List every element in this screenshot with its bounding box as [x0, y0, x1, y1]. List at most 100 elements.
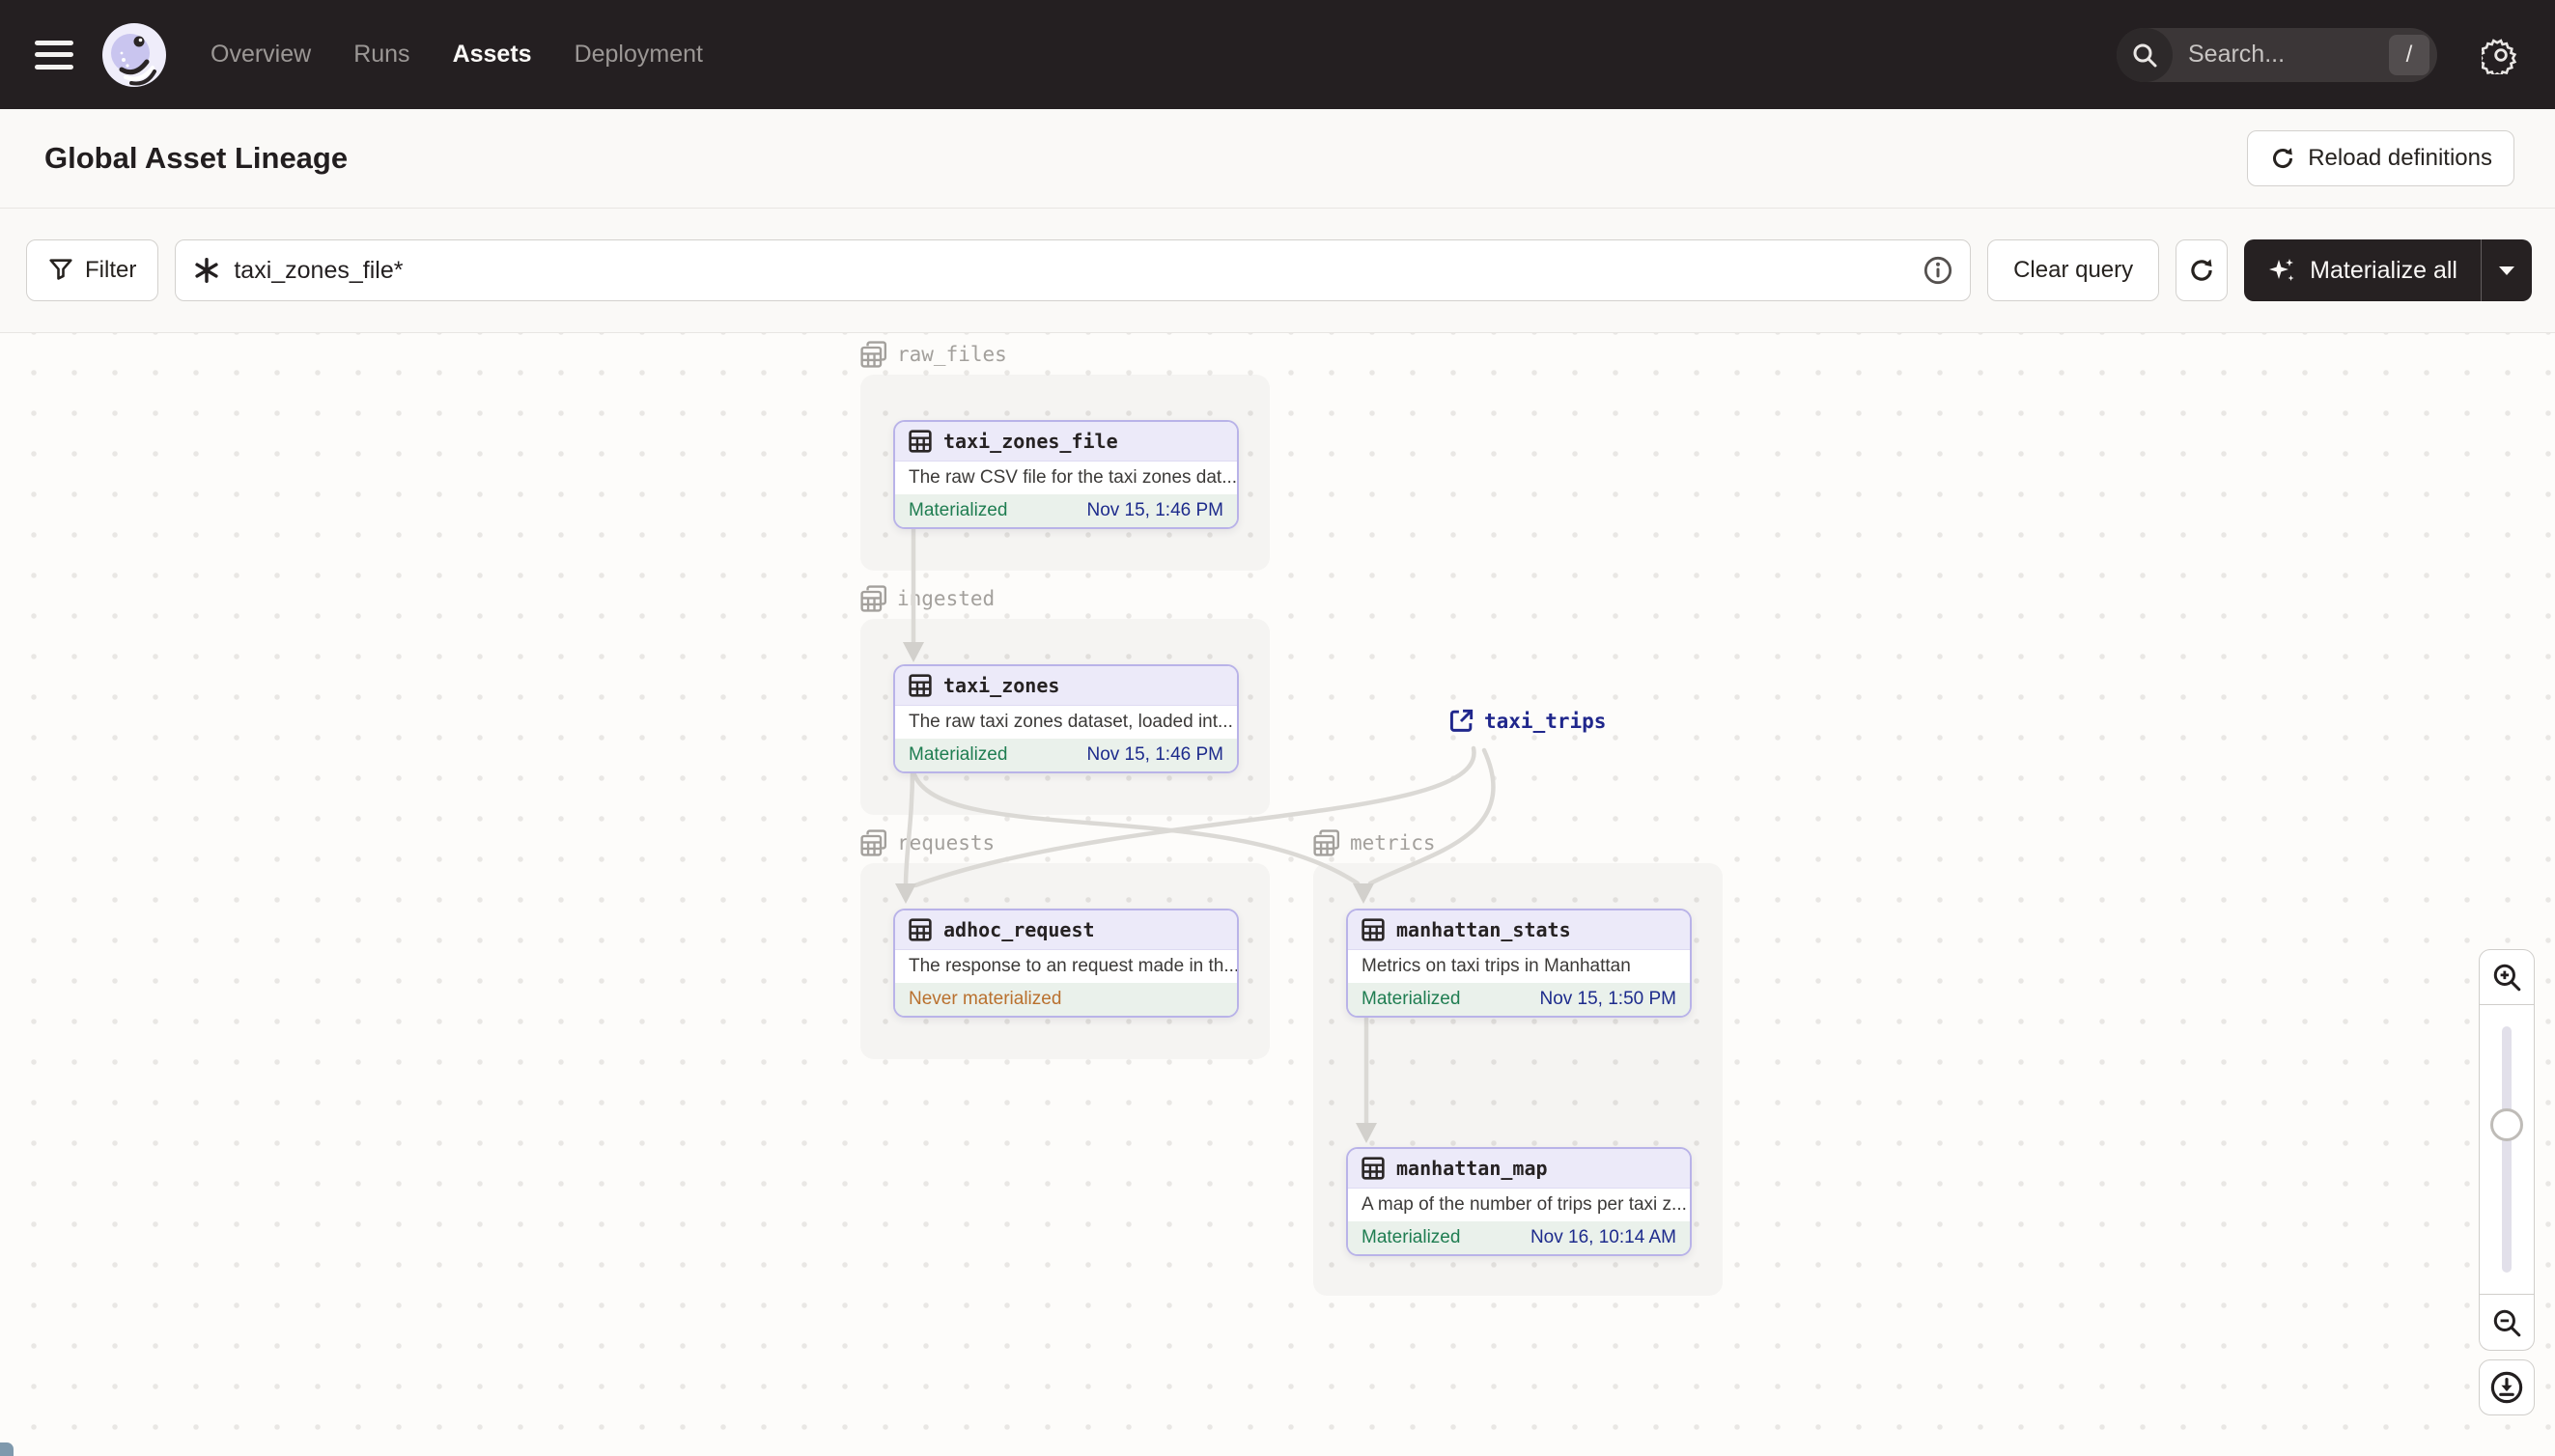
asset-status-bar: Materialized Nov 16, 10:14 AM	[1348, 1221, 1690, 1254]
asset-description: The response to an request made in th...	[895, 950, 1237, 983]
settings-gear-icon[interactable]	[2478, 36, 2520, 77]
asset-node-header: adhoc_request	[895, 910, 1237, 950]
app-root: Overview Runs Assets Deployment Search..…	[0, 0, 2555, 1456]
group-label-metrics[interactable]: metrics	[1313, 829, 1436, 856]
asset-name: taxi_zones	[943, 674, 1060, 697]
table-icon	[1362, 918, 1385, 941]
download-view-button[interactable]	[2479, 1359, 2535, 1415]
asset-description: A map of the number of trips per taxi z.…	[1348, 1189, 1690, 1221]
dagster-logo-icon[interactable]	[100, 21, 168, 89]
search-icon	[2117, 27, 2173, 82]
asset-description: Metrics on taxi trips in Manhattan	[1348, 950, 1690, 983]
materialize-all-button[interactable]: Materialize all	[2244, 239, 2481, 301]
filter-label: Filter	[85, 257, 137, 283]
query-info-icon[interactable]	[1923, 256, 1952, 285]
zoom-in-button[interactable]	[2479, 949, 2535, 1005]
asset-node-adhoc-request[interactable]: adhoc_request The response to an request…	[893, 909, 1239, 1018]
asset-status-bar: Materialized Nov 15, 1:46 PM	[895, 739, 1237, 771]
reload-definitions-label: Reload definitions	[2308, 145, 2492, 171]
table-icon	[1362, 1157, 1385, 1180]
filter-funnel-icon	[49, 259, 72, 280]
page-header: Global Asset Lineage Reload definitions	[0, 109, 2555, 209]
zoom-in-icon	[2493, 964, 2521, 992]
zoom-slider[interactable]	[2479, 1005, 2535, 1295]
group-label-ingested[interactable]: ingested	[860, 585, 995, 612]
asset-name: adhoc_request	[943, 918, 1095, 941]
zoom-controls	[2479, 949, 2535, 1351]
zoom-out-button[interactable]	[2479, 1295, 2535, 1351]
asset-description: The raw CSV file for the taxi zones dat.…	[895, 462, 1237, 494]
menu-icon[interactable]	[35, 40, 73, 70]
group-tables-icon	[860, 829, 887, 856]
asset-node-taxi-zones-file[interactable]: taxi_zones_file The raw CSV file for the…	[893, 420, 1239, 529]
zoom-out-icon	[2493, 1309, 2521, 1336]
asset-name: manhattan_map	[1396, 1157, 1548, 1180]
caret-down-icon	[2499, 266, 2514, 275]
asset-node-manhattan-stats[interactable]: manhattan_stats Metrics on taxi trips in…	[1346, 909, 1692, 1018]
group-label-requests[interactable]: requests	[860, 829, 995, 856]
clear-query-label: Clear query	[2013, 257, 2134, 283]
materialize-options-caret[interactable]	[2482, 239, 2532, 301]
asset-status-bar: Materialized Nov 15, 1:50 PM	[1348, 983, 1690, 1016]
nav-links: Overview Runs Assets Deployment	[211, 41, 703, 69]
asset-node-manhattan-map[interactable]: manhattan_map A map of the number of tri…	[1346, 1147, 1692, 1256]
asset-query-input[interactable]	[234, 256, 1911, 285]
clear-query-button[interactable]: Clear query	[1987, 239, 2160, 301]
top-nav: Overview Runs Assets Deployment Search..…	[0, 0, 2555, 109]
asset-query-box	[175, 239, 1972, 301]
materialize-all-split-button: Materialize all	[2244, 239, 2532, 301]
page-title: Global Asset Lineage	[44, 141, 349, 175]
status-badge: Materialized	[1362, 1227, 1461, 1247]
external-link-icon	[1449, 709, 1474, 732]
group-label-raw-files[interactable]: raw_files	[860, 341, 1007, 368]
asset-node-header: taxi_zones_file	[895, 422, 1237, 462]
materialization-timestamp[interactable]: Nov 16, 10:14 AM	[1530, 1226, 1676, 1249]
asset-name: taxi_zones_file	[943, 430, 1118, 453]
asset-node-header: taxi_zones	[895, 666, 1237, 706]
asset-node-header: manhattan_map	[1348, 1149, 1690, 1189]
materialization-timestamp[interactable]: Nov 15, 1:46 PM	[1086, 743, 1223, 767]
asset-node-taxi-zones[interactable]: taxi_zones The raw taxi zones dataset, l…	[893, 664, 1239, 773]
nav-item-assets[interactable]: Assets	[453, 41, 532, 69]
group-tables-icon	[860, 341, 887, 368]
query-asterisk-icon	[195, 257, 218, 284]
group-name: ingested	[897, 587, 996, 610]
external-asset-name: taxi_trips	[1484, 709, 1607, 733]
asset-description: The raw taxi zones dataset, loaded int..…	[895, 706, 1237, 739]
status-badge: Materialized	[909, 500, 1008, 520]
download-icon	[2490, 1371, 2523, 1404]
group-tables-icon	[860, 585, 887, 612]
asset-status-bar: Never materialized	[895, 983, 1237, 1016]
materialize-sparkle-icon	[2269, 259, 2294, 281]
materialization-timestamp[interactable]: Nov 15, 1:46 PM	[1086, 499, 1223, 522]
nav-item-deployment[interactable]: Deployment	[575, 41, 703, 69]
group-name: requests	[897, 831, 996, 854]
search-shortcut-badge: /	[2389, 34, 2429, 75]
group-tables-icon	[1313, 829, 1340, 856]
search-placeholder: Search...	[2188, 41, 2286, 68]
nav-item-runs[interactable]: Runs	[353, 41, 409, 69]
status-badge: Never materialized	[909, 989, 1062, 1009]
filter-button[interactable]: Filter	[26, 239, 159, 301]
search-input[interactable]: Search... /	[2117, 27, 2437, 82]
reload-definitions-button[interactable]: Reload definitions	[2247, 130, 2514, 186]
status-badge: Materialized	[909, 744, 1008, 765]
asset-name: manhattan_stats	[1396, 918, 1571, 941]
materialize-all-label: Materialize all	[2310, 256, 2457, 284]
refresh-icon	[2191, 259, 2212, 281]
lineage-toolbar: Filter Clear query	[0, 209, 2555, 333]
table-icon	[909, 430, 932, 453]
refresh-button[interactable]	[2176, 239, 2229, 301]
reload-icon	[2273, 148, 2293, 168]
zoom-slider-thumb[interactable]	[2490, 1108, 2523, 1141]
lineage-canvas[interactable]: raw_files ingested requests metrics taxi…	[0, 333, 2555, 1456]
status-badge: Materialized	[1362, 989, 1461, 1009]
external-asset-taxi-trips[interactable]: taxi_trips	[1448, 708, 1606, 734]
group-name: metrics	[1350, 831, 1436, 854]
nav-item-overview[interactable]: Overview	[211, 41, 311, 69]
asset-node-header: manhattan_stats	[1348, 910, 1690, 950]
scroll-corner	[0, 1442, 14, 1456]
materialization-timestamp[interactable]: Nov 15, 1:50 PM	[1539, 988, 1676, 1011]
asset-status-bar: Materialized Nov 15, 1:46 PM	[895, 494, 1237, 527]
table-icon	[909, 918, 932, 941]
